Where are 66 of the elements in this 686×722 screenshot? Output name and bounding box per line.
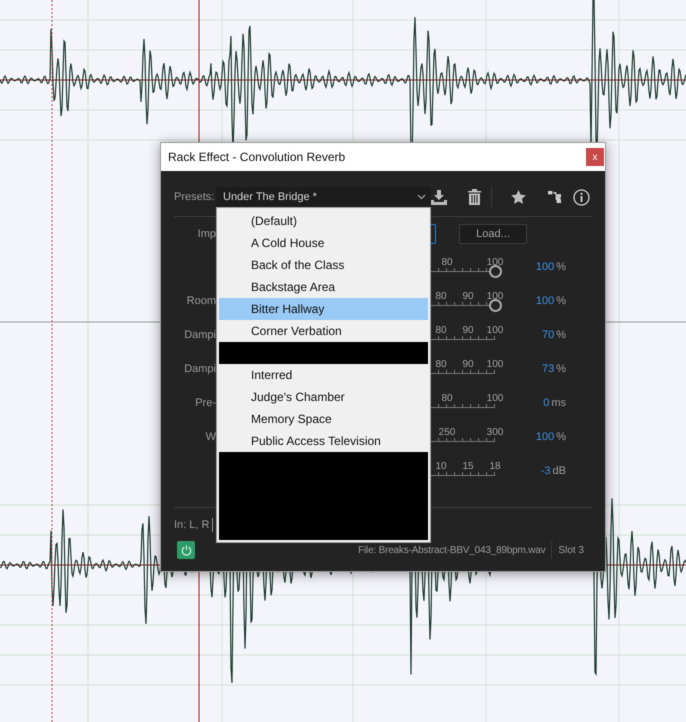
unit-label: dB — [552, 465, 566, 477]
tick-label: 100 — [486, 257, 504, 268]
parameter-value[interactable]: 0 — [543, 397, 550, 409]
caret-icon — [417, 194, 426, 200]
parameter-label: Pre- — [194, 397, 216, 409]
parameter-value[interactable]: -3 — [540, 465, 551, 477]
slider-thumb[interactable] — [489, 299, 502, 312]
tick-label: 80 — [434, 359, 448, 370]
tick-label: 80 — [440, 257, 454, 268]
routing-icon[interactable] — [548, 191, 561, 203]
parameter-label: W — [204, 431, 216, 443]
menu-item[interactable]: Memory Space — [219, 408, 428, 430]
tick-label: 80 — [440, 393, 454, 404]
parameter-label: Room — [186, 295, 216, 307]
tick-label: 90 — [461, 291, 475, 302]
unit-label: % — [556, 363, 566, 375]
parameter-value[interactable]: 73 — [542, 363, 554, 375]
menu-item[interactable]: Bitter Hallway — [219, 298, 428, 320]
menu-item[interactable]: Corner Verbation — [219, 320, 428, 342]
tick-label: 15 — [461, 461, 475, 472]
parameter-label: Dampi — [183, 363, 216, 375]
parameter-value[interactable]: 100 — [536, 261, 554, 273]
unit-label: % — [556, 295, 566, 307]
menu-item[interactable]: Backstage Area — [219, 276, 428, 298]
tick-label: 100 — [486, 325, 504, 336]
info-icon[interactable] — [573, 188, 590, 206]
power-icon — [180, 544, 192, 556]
menu-item[interactable]: A Cold House — [219, 232, 428, 254]
tick-label: 100 — [486, 393, 504, 404]
menu-item[interactable]: Judge's Chamber — [219, 386, 428, 408]
star-icon[interactable] — [511, 190, 526, 204]
menu-item[interactable]: (Default) — [219, 210, 428, 232]
tick-label: 300 — [486, 427, 504, 438]
parameter-value[interactable]: 100 — [536, 295, 554, 307]
download-icon[interactable] — [431, 190, 447, 204]
close-button[interactable]: x — [586, 148, 604, 166]
unit-label: % — [556, 431, 566, 443]
parameter-value[interactable]: 100 — [536, 431, 554, 443]
parameter-label: Dampi — [183, 329, 216, 341]
menu-item[interactable]: Back of the Class — [219, 254, 428, 276]
tick-label: 80 — [434, 291, 448, 302]
unit-label: % — [556, 329, 566, 341]
tick-label: 18 — [488, 461, 502, 472]
channel-label: In: L, R — [174, 519, 210, 531]
preset-dropdown[interactable]: Under The Bridge * — [216, 187, 431, 207]
tick-label: 100 — [486, 291, 504, 302]
file-name: File: Breaks-Abstract-BBV_043_89bpm.wav — [358, 544, 546, 556]
power-button[interactable] — [177, 541, 195, 559]
unit-label: ms — [551, 397, 566, 409]
tick-label: 90 — [461, 359, 475, 370]
tick-label: 100 — [486, 359, 504, 370]
unit-label: % — [556, 261, 566, 273]
trash-icon[interactable] — [468, 189, 481, 205]
load-button[interactable]: Load... — [459, 224, 527, 244]
menu-item[interactable]: Interred — [219, 364, 428, 386]
parameter-label: Imp — [196, 228, 216, 240]
slider-thumb[interactable] — [489, 265, 502, 278]
window-title: Rack Effect - Convolution Reverb — [168, 150, 346, 164]
tick-label: 250 — [438, 427, 456, 438]
tick-label: 90 — [461, 325, 475, 336]
tick-label: 80 — [434, 325, 448, 336]
presets-label: Presets: — [174, 191, 216, 203]
tick-label: 10 — [434, 461, 448, 472]
menu-item[interactable]: Public Access Television — [219, 430, 428, 452]
slot-label: Slot 3 — [558, 544, 584, 556]
parameter-value[interactable]: 70 — [542, 329, 554, 341]
